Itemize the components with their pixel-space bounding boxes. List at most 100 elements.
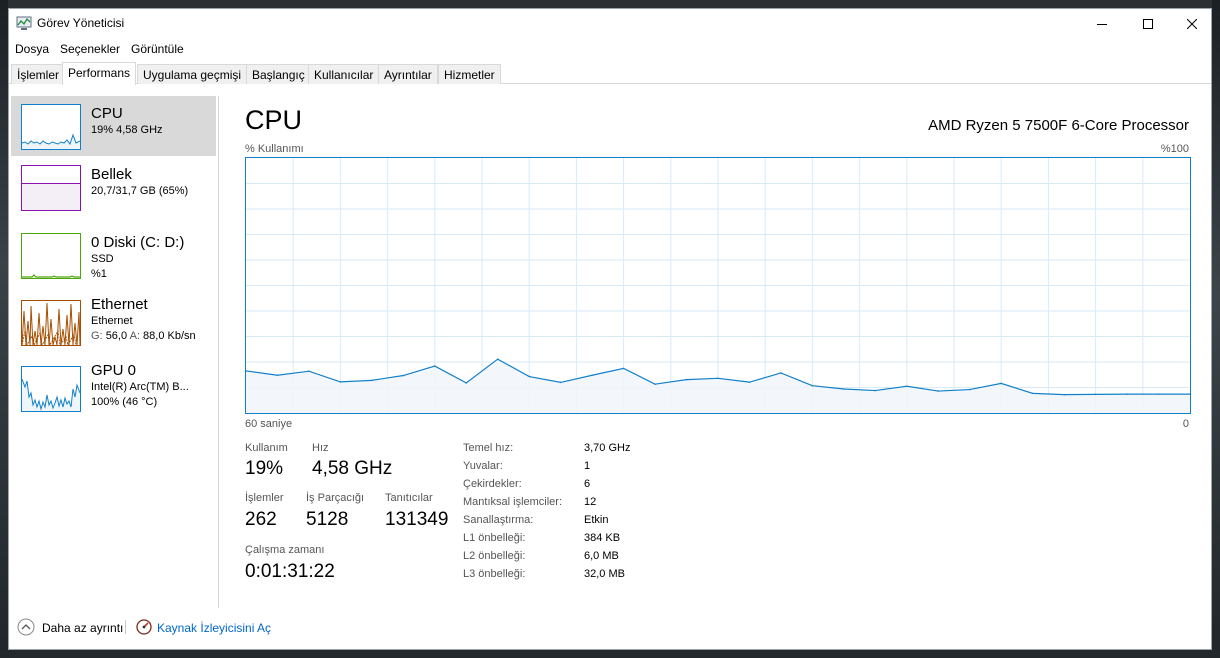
spec-label: Yuvalar: bbox=[463, 460, 503, 472]
performance-panel: CPU 19% 4,58 GHz Bellek 20,7/31,7 GB (65… bbox=[9, 84, 1211, 608]
close-button[interactable] bbox=[1169, 9, 1211, 38]
chevron-up-icon[interactable] bbox=[17, 618, 35, 636]
minimize-icon bbox=[1097, 23, 1107, 25]
cpu-usage-point bbox=[496, 358, 499, 360]
processes-value: 262 bbox=[245, 509, 277, 530]
sidebar-item-gpu[interactable]: GPU 0 Intel(R) Arc(TM) B... 100% (46 °C) bbox=[11, 352, 216, 412]
spec-label: Çekirdekler: bbox=[463, 478, 522, 490]
uptime-value: 0:01:31:22 bbox=[245, 561, 335, 582]
cpu-usage-point bbox=[1157, 393, 1160, 395]
disk-detail: %1 bbox=[91, 268, 107, 280]
menu-file[interactable]: Dosya bbox=[15, 42, 49, 56]
cpu-usage-point bbox=[465, 382, 468, 384]
close-icon bbox=[1187, 18, 1197, 29]
graph-x-right: 0 bbox=[1182, 418, 1189, 430]
menu-options[interactable]: Seçenekler bbox=[60, 42, 120, 56]
cpu-usage-point bbox=[1094, 393, 1097, 396]
cpu-usage-point bbox=[874, 389, 877, 392]
cpu-usage-point bbox=[402, 374, 405, 377]
cpu-usage-point bbox=[906, 385, 908, 388]
tab-startup[interactable]: Başlangıç bbox=[246, 64, 311, 84]
sidebar-item-memory[interactable]: Bellek 20,7/31,7 GB (65%) bbox=[11, 158, 216, 218]
cpu-usage-point bbox=[968, 388, 971, 391]
spec-value: 1 bbox=[584, 460, 591, 472]
memory-thumbnail-graph bbox=[21, 165, 81, 211]
desktop-background-bottom bbox=[0, 650, 1220, 658]
ethernet-thumbnail-graph bbox=[21, 300, 81, 347]
disk-title: 0 Diski (C: D:) bbox=[91, 234, 185, 251]
desktop-background-right bbox=[1212, 0, 1220, 658]
cpu-usage-point bbox=[1126, 393, 1128, 395]
cpu-title: CPU bbox=[91, 105, 123, 122]
ethernet-send-value: 88,0 Kb/sn bbox=[143, 330, 196, 342]
cpu-usage-point bbox=[937, 390, 940, 392]
threads-value: 5128 bbox=[306, 509, 349, 530]
graph-y-max: %100 bbox=[1160, 143, 1189, 155]
footer-separator bbox=[125, 620, 126, 634]
spec-value: 6,0 MB bbox=[584, 550, 619, 562]
spec-label: Temel hız: bbox=[463, 442, 514, 454]
cpu-usage-point bbox=[528, 375, 530, 378]
sidebar-item-disk[interactable]: 0 Diski (C: D:) SSD %1 bbox=[11, 220, 216, 280]
cpu-usage-point bbox=[843, 388, 845, 390]
cpu-usage-point bbox=[371, 379, 373, 382]
sidebar-item-cpu[interactable]: CPU 19% 4,58 GHz bbox=[11, 96, 216, 156]
graph-y-label: % Kullanımı bbox=[245, 143, 304, 155]
spec-label: Sanallaştırma: bbox=[463, 514, 534, 526]
ethernet-recv-label: G: bbox=[91, 330, 103, 342]
tab-performance[interactable]: Performans bbox=[62, 62, 137, 85]
uptime-label: Çalışma zamanı bbox=[245, 544, 325, 556]
cpu-usage-point bbox=[1031, 392, 1034, 395]
minimize-button[interactable] bbox=[1079, 9, 1125, 38]
maximize-icon bbox=[1143, 18, 1153, 29]
cpu-usage-point bbox=[339, 381, 342, 383]
ethernet-name: Ethernet bbox=[91, 315, 133, 327]
cpu-detail: 19% 4,58 GHz bbox=[91, 124, 163, 136]
open-resource-monitor-link[interactable]: Kaynak İzleyicisini Aç bbox=[157, 621, 271, 635]
disk-thumbnail-graph bbox=[21, 233, 81, 279]
spec-value: 12 bbox=[584, 496, 597, 508]
handles-label: Tanıtıcılar bbox=[385, 492, 433, 504]
spec-label: Mantıksal işlemciler: bbox=[463, 496, 563, 508]
menu-view[interactable]: Görüntüle bbox=[131, 42, 184, 56]
cpu-usage-point bbox=[811, 384, 814, 387]
gpu-title: GPU 0 bbox=[91, 362, 137, 379]
title-bar[interactable]: Görev Yöneticisi bbox=[9, 9, 1211, 38]
gpu-name: Intel(R) Arc(TM) B... bbox=[91, 381, 189, 393]
cpu-usage-point bbox=[276, 374, 279, 377]
gpu-detail: 100% (46 °C) bbox=[91, 396, 158, 408]
tab-processes[interactable]: İşlemler bbox=[11, 64, 66, 84]
gpu-thumbnail-graph bbox=[21, 366, 81, 412]
cpu-usage-point bbox=[748, 381, 751, 383]
maximize-button[interactable] bbox=[1125, 9, 1171, 38]
resource-monitor-icon[interactable] bbox=[136, 619, 152, 635]
spec-value: Etkin bbox=[584, 514, 609, 526]
processes-label: İşlemler bbox=[245, 492, 284, 504]
graph-x-left: 60 saniye bbox=[245, 418, 293, 430]
usage-value: 19% bbox=[245, 458, 284, 479]
tab-services[interactable]: Hizmetler bbox=[438, 64, 501, 84]
ethernet-throughput: G: 56,0 A: 88,0 Kb/sn bbox=[91, 329, 196, 344]
page-title: CPU bbox=[245, 105, 303, 135]
cpu-usage-point bbox=[1063, 393, 1065, 396]
spec-value: 384 KB bbox=[584, 532, 621, 544]
fewer-details-button[interactable]: Daha az ayrıntı bbox=[42, 621, 123, 635]
usage-label: Kullanım bbox=[245, 442, 288, 454]
cpu-usage-point bbox=[1000, 382, 1002, 385]
tab-details[interactable]: Ayrıntılar bbox=[378, 64, 438, 84]
cpu-usage-chart bbox=[245, 158, 1191, 413]
handles-value: 131349 bbox=[385, 509, 449, 530]
memory-fill bbox=[22, 183, 80, 210]
spec-label: L1 önbelleği: bbox=[463, 532, 526, 544]
tab-users[interactable]: Kullanıcılar bbox=[308, 64, 380, 84]
spec-label: L3 önbelleği: bbox=[463, 568, 526, 580]
cpu-usage-point bbox=[434, 365, 436, 367]
spec-label: L2 önbelleği: bbox=[463, 550, 526, 562]
task-manager-icon bbox=[16, 15, 32, 31]
processor-name: AMD Ryzen 5 7500F 6-Core Processor bbox=[928, 117, 1189, 134]
tab-app-history[interactable]: Uygulama geçmişi bbox=[137, 64, 248, 84]
memory-detail: 20,7/31,7 GB (65%) bbox=[91, 185, 189, 197]
ethernet-send-label: A: bbox=[129, 330, 140, 342]
sidebar-item-ethernet[interactable]: Ethernet Ethernet G: 56,0 A: 88,0 Kb/sn bbox=[11, 286, 216, 347]
footer-bar: Daha az ayrıntı Kaynak İzleyicisini Aç bbox=[9, 614, 1211, 644]
